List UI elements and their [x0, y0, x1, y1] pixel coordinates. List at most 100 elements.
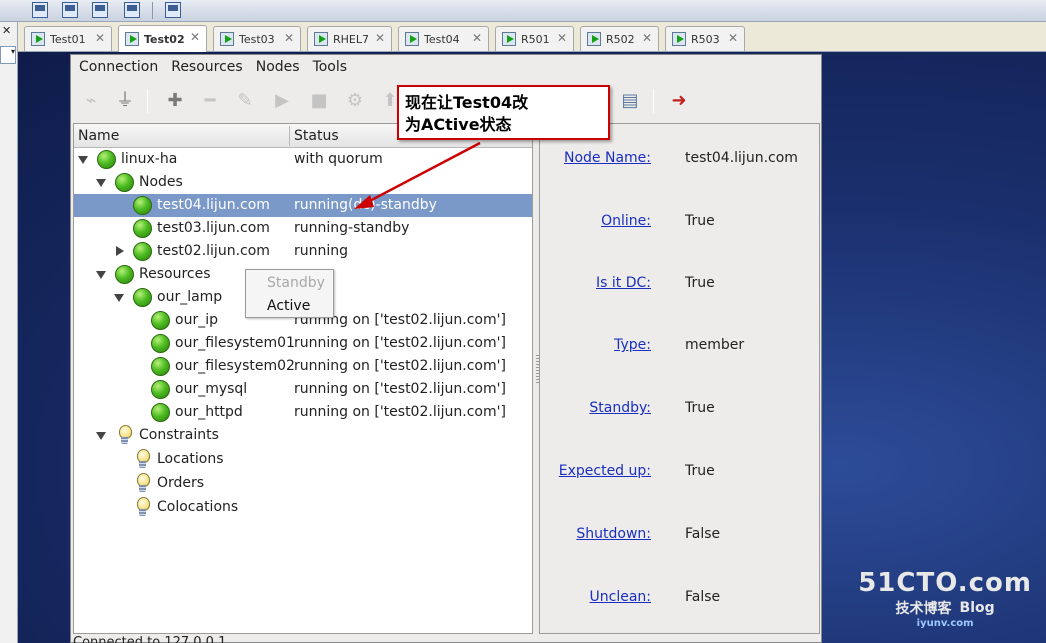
- status-ok-icon: [115, 173, 134, 192]
- tab-test01[interactable]: Test01 ✕: [24, 26, 112, 51]
- disconnect-icon[interactable]: ⌁: [81, 91, 101, 111]
- status-ok-icon: [97, 150, 116, 169]
- menu-nodes[interactable]: Nodes: [256, 59, 300, 75]
- tree-row-name: our_ip: [175, 312, 218, 328]
- context-menu: Standby Active: [245, 269, 334, 318]
- tree-row-name: test04.lijun.com: [157, 197, 270, 213]
- connect-icon[interactable]: ⏚: [115, 91, 135, 111]
- expand-arrow-icon[interactable]: [96, 271, 106, 279]
- tab-r502[interactable]: R502 ✕: [580, 26, 659, 51]
- tree-row-node-test02[interactable]: test02.lijun.com running: [74, 240, 532, 263]
- detail-label[interactable]: Expected up:: [559, 463, 651, 479]
- tree-row-name: test03.lijun.com: [157, 220, 270, 236]
- expand-arrow-icon[interactable]: [116, 246, 124, 256]
- expand-arrow-icon[interactable]: [96, 432, 106, 440]
- start-icon[interactable]: ▶: [272, 91, 292, 111]
- window-icon[interactable]: [32, 2, 48, 18]
- add-icon[interactable]: ✚: [165, 91, 185, 111]
- detail-value: True: [685, 213, 715, 229]
- detail-label[interactable]: Shutdown:: [576, 526, 651, 542]
- menu-item-active[interactable]: Active: [267, 298, 310, 314]
- tree-row-constraints[interactable]: Constraints: [74, 424, 532, 447]
- tree-row-name: our_lamp: [157, 289, 223, 305]
- detail-label[interactable]: Is it DC:: [596, 275, 651, 291]
- tab-test04[interactable]: Test04 ✕: [398, 26, 489, 51]
- vm-running-icon: [405, 32, 419, 46]
- chevron-down-icon[interactable]: ▾: [0, 46, 16, 64]
- tree-row-resource[interactable]: our_filesystem01 running on ['test02.lij…: [74, 332, 532, 355]
- status-ok-icon: [151, 334, 170, 353]
- tab-label: Test04: [424, 32, 460, 46]
- lightbulb-icon: [135, 497, 151, 517]
- close-icon[interactable]: ✕: [728, 31, 738, 45]
- view-xml-icon[interactable]: ▤: [620, 91, 640, 111]
- tree-row-name: Nodes: [139, 174, 183, 190]
- close-icon[interactable]: ✕: [557, 31, 567, 45]
- close-icon[interactable]: ✕: [375, 31, 385, 45]
- remove-icon[interactable]: ━: [200, 91, 220, 111]
- column-name-header[interactable]: Name: [78, 128, 119, 144]
- column-status-header[interactable]: Status: [294, 128, 339, 144]
- tab-test03[interactable]: Test03 ✕: [213, 26, 301, 51]
- detail-value: True: [685, 463, 715, 479]
- tree-row-colocations[interactable]: Colocations: [74, 496, 532, 519]
- expand-arrow-icon[interactable]: [96, 179, 106, 187]
- expand-arrow-icon[interactable]: [78, 156, 88, 164]
- fullscreen-icon[interactable]: [62, 2, 78, 18]
- tab-r503[interactable]: R503 ✕: [665, 26, 745, 51]
- tab-label: Test02: [144, 32, 185, 46]
- configure-icon[interactable]: ⚙: [345, 91, 365, 111]
- close-icon[interactable]: ✕: [642, 31, 652, 45]
- status-ok-icon: [133, 219, 152, 238]
- tab-rhel7[interactable]: RHEL7 ✕: [307, 26, 392, 51]
- close-icon[interactable]: ✕: [190, 30, 200, 44]
- detail-value: True: [685, 275, 715, 291]
- console-icon[interactable]: [165, 2, 181, 18]
- tree-row-resource[interactable]: our_filesystem02 running on ['test02.lij…: [74, 355, 532, 378]
- detail-value: False: [685, 526, 721, 542]
- tree-row-name: Resources: [139, 266, 211, 282]
- watermark-logo: 51CTO.com: [858, 568, 1032, 598]
- tab-test02[interactable]: Test02 ✕: [118, 25, 207, 52]
- tab-label: R503: [691, 32, 720, 46]
- tree-row-orders[interactable]: Orders: [74, 472, 532, 495]
- tree-row-name: our_httpd: [175, 404, 243, 420]
- tree-row-node-test03[interactable]: test03.lijun.com running-standby: [74, 217, 532, 240]
- save-icon[interactable]: [92, 2, 108, 18]
- detail-label[interactable]: Unclean:: [590, 589, 652, 605]
- watermark-text: Blog: [959, 600, 995, 616]
- detail-label[interactable]: Online:: [601, 213, 651, 229]
- column-separator[interactable]: [289, 126, 290, 146]
- close-icon[interactable]: ✕: [2, 24, 11, 37]
- menu-resources[interactable]: Resources: [171, 59, 243, 75]
- detail-label[interactable]: Type:: [614, 337, 651, 353]
- tab-label: Test01: [50, 32, 86, 46]
- tree-row-name: our_filesystem01: [175, 335, 295, 351]
- detail-value: test04.lijun.com: [685, 150, 798, 166]
- vm-running-icon: [220, 32, 234, 46]
- lightbulb-icon: [135, 449, 151, 469]
- info-icon[interactable]: [124, 2, 140, 18]
- exit-icon[interactable]: ➜: [669, 91, 689, 111]
- tree-row-locations[interactable]: Locations: [74, 448, 532, 471]
- menu-connection[interactable]: Connection: [79, 59, 158, 75]
- detail-label[interactable]: Node Name:: [564, 150, 651, 166]
- host-sidebar: ✕ ▾: [0, 22, 18, 643]
- tree-row-resource[interactable]: our_mysql running on ['test02.lijun.com'…: [74, 378, 532, 401]
- close-icon[interactable]: ✕: [284, 31, 294, 45]
- vm-running-icon: [125, 32, 139, 46]
- tab-label: Test03: [239, 32, 275, 46]
- cleanup-icon[interactable]: ✎: [235, 91, 255, 111]
- tree-row-name: our_filesystem02: [175, 358, 295, 374]
- detail-label[interactable]: Standby:: [589, 400, 651, 416]
- tree-row-resource[interactable]: our_httpd running on ['test02.lijun.com'…: [74, 401, 532, 424]
- watermark-text: 技术博客: [895, 601, 952, 617]
- stop-icon[interactable]: ■: [309, 91, 329, 111]
- close-icon[interactable]: ✕: [472, 31, 482, 45]
- menu-tools[interactable]: Tools: [313, 59, 348, 75]
- tab-label: RHEL7: [333, 32, 369, 46]
- close-icon[interactable]: ✕: [95, 31, 105, 45]
- tree-row-status: running on ['test02.lijun.com']: [294, 358, 506, 374]
- tab-r501[interactable]: R501 ✕: [495, 26, 574, 51]
- expand-arrow-icon[interactable]: [114, 294, 124, 302]
